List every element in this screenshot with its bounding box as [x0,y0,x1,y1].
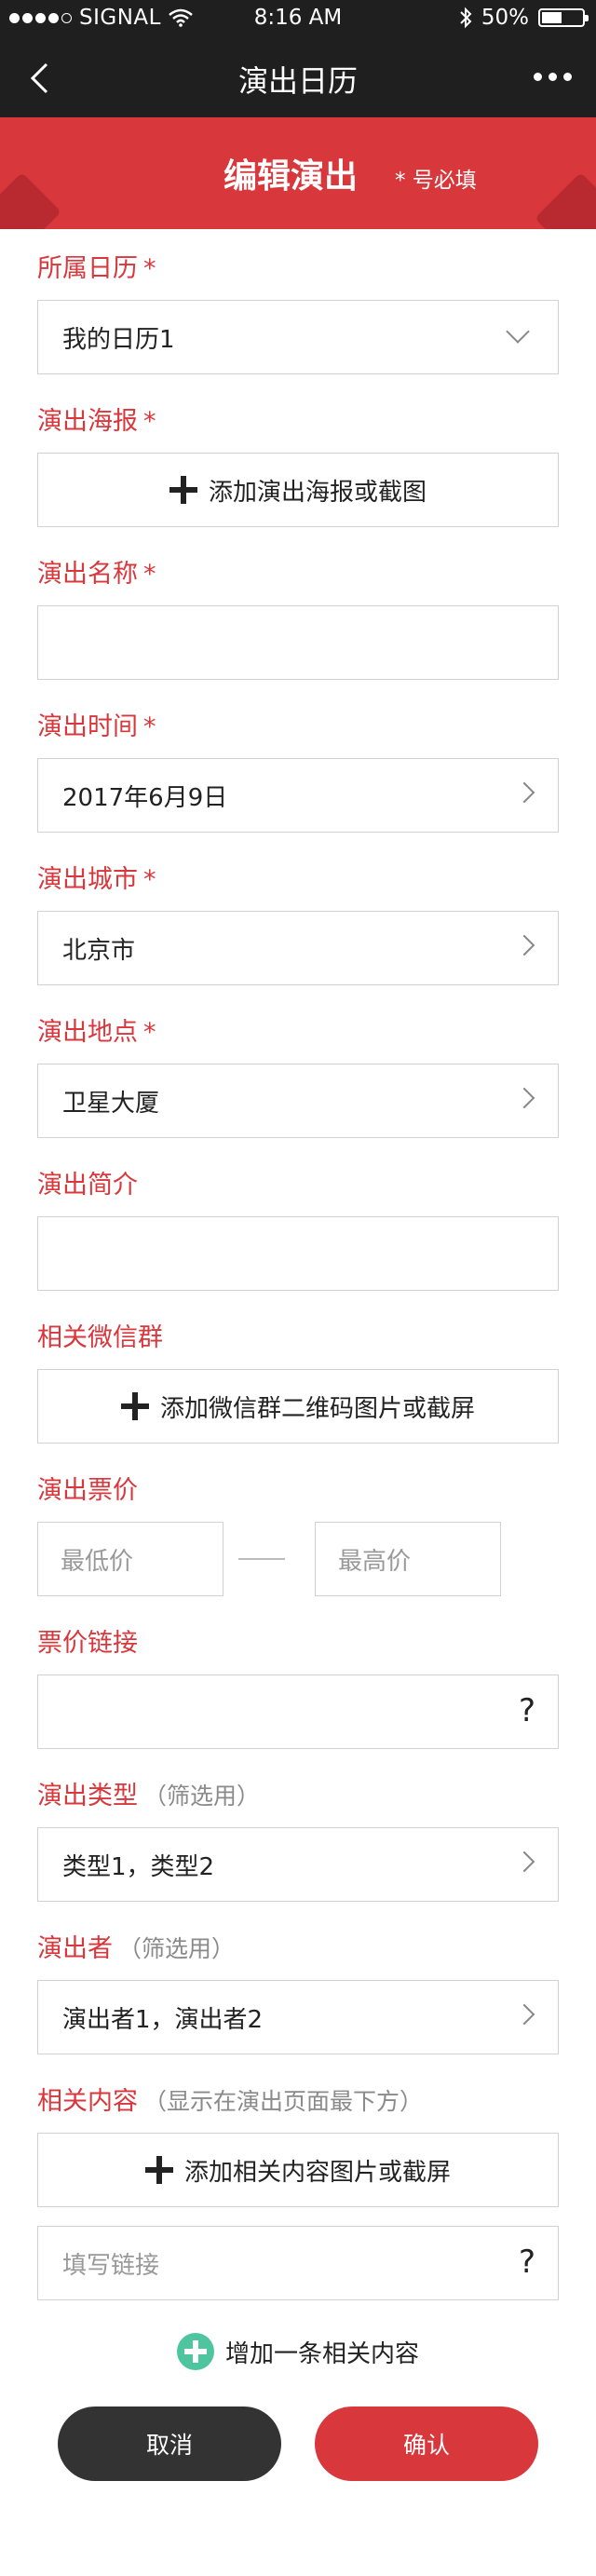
confirm-button[interactable]: 确认 [315,2407,538,2481]
ticket-link-input[interactable]: ? [37,1674,559,1749]
type-select[interactable]: 类型1，类型2 [37,1827,559,1902]
required-note: * 号必填 [395,169,477,193]
help-icon[interactable]: ? [519,2244,535,2281]
price-label: 演出票价 [37,1476,138,1505]
calendar-select[interactable]: 我的日历1 [37,300,559,374]
edit-form: 所属日历 * 我的日历1 演出海报 * 添加演出海报或截图 演出名称 * 演出时间 * … [0,246,596,2393]
name-input[interactable] [37,605,559,680]
banner-decoration [535,172,596,229]
city-select[interactable]: 北京市 [37,911,559,985]
poster-label: 演出海报 * [37,407,156,436]
ticket-link-label: 票价链接 [37,1629,138,1658]
intro-label: 演出简介 [37,1171,138,1200]
page-title: 演出日历 [237,63,358,99]
plus-icon [169,476,197,504]
add-related-item-button[interactable]: 增加一条相关内容 [37,2310,559,2393]
battery-icon [538,8,589,27]
calendar-label: 所属日历 * [37,254,156,283]
bluetooth-icon [460,7,472,29]
city-label: 演出城市 * [37,865,156,894]
plus-icon [144,2156,173,2184]
price-range: 最低价 最高价 [37,1522,559,1596]
more-icon[interactable] [534,73,572,81]
add-poster-button[interactable]: 添加演出海报或截图 [37,453,559,527]
plus-icon [120,1392,149,1420]
wechat-label: 相关微信群 [37,1323,163,1352]
chevron-right-icon [513,934,535,956]
add-related-image-button[interactable]: 添加相关内容图片或截屏 [37,2133,559,2207]
name-label: 演出名称 * [37,560,156,589]
banner-title: 编辑演出 [224,157,359,196]
add-wechat-qr-button[interactable]: 添加微信群二维码图片或截屏 [37,1369,559,1444]
max-price-input[interactable]: 最高价 [315,1522,501,1596]
venue-select[interactable]: 卫星大厦 [37,1064,559,1138]
status-right: 50% [459,6,589,30]
chevron-right-icon [513,2003,535,2026]
action-buttons: 取消 确认 [0,2407,596,2481]
time-select[interactable]: 2017年6月9日 [37,758,559,833]
help-icon[interactable]: ? [519,1692,535,1729]
performer-label: 演出者 （筛选用） [37,1934,236,1963]
intro-input[interactable] [37,1216,559,1291]
battery-percent: 50% [481,6,529,30]
related-label: 相关内容 （显示在演出页面最下方） [37,2087,424,2116]
banner-decoration [0,172,61,229]
min-price-input[interactable]: 最低价 [37,1522,224,1596]
chevron-right-icon [513,1087,535,1109]
nav-bar: 演出日历 [0,37,596,117]
header-banner: 编辑演出 * 号必填 [0,117,596,229]
chevron-right-icon [513,781,535,804]
cancel-button[interactable]: 取消 [58,2407,281,2481]
range-separator [238,1558,285,1560]
type-label: 演出类型 （筛选用） [37,1782,261,1810]
time-label: 演出时间 * [37,712,156,741]
venue-label: 演出地点 * [37,1018,156,1047]
status-bar: SIGNAL 8:16 AM 50% [0,0,596,37]
chevron-down-icon [506,319,530,344]
performer-select[interactable]: 演出者1，演出者2 [37,1980,559,2054]
battery-level [542,12,562,23]
add-circle-icon [176,2333,214,2370]
related-link-input[interactable]: 填写链接 ? [37,2226,559,2300]
chevron-right-icon [513,1851,535,1873]
